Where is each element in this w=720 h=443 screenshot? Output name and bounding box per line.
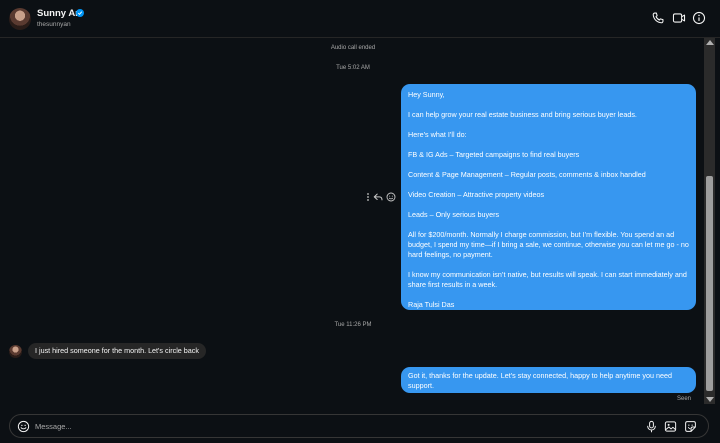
- message-composer: [9, 414, 709, 438]
- contact-username: thesunnyan: [37, 21, 71, 28]
- video-camera-icon[interactable]: [672, 11, 686, 25]
- verified-badge-icon: [76, 9, 84, 17]
- timestamp: Tue 11:26 PM: [334, 322, 372, 328]
- message-paragraph: All for $200/month. Normally I charge co…: [408, 230, 689, 259]
- seen-status: Seen: [677, 396, 692, 402]
- outgoing-message[interactable]: Got it, thanks for the update. Let’s sta…: [401, 367, 696, 393]
- audio-call-ended-notice: Audio call ended: [330, 45, 376, 51]
- incoming-message[interactable]: I just hired someone for the month. Let'…: [28, 343, 206, 359]
- message-paragraph: I know my communication isn’t native, bu…: [408, 270, 687, 289]
- contact-name[interactable]: Sunny An: [37, 8, 81, 19]
- scroll-down-arrow-icon[interactable]: [706, 397, 714, 402]
- timestamp: Tue 5:02 AM: [336, 65, 370, 71]
- scrollbar-thumb[interactable]: [706, 176, 713, 391]
- message-paragraph: Content & Page Management – Regular post…: [408, 170, 646, 179]
- microphone-icon[interactable]: [645, 420, 658, 433]
- chat-header: Sunny An thesunnyan: [0, 0, 720, 38]
- message-paragraph: Leads – Only serious buyers: [408, 210, 500, 219]
- message-paragraph: Here’s what I’ll do:: [408, 130, 467, 139]
- scroll-up-arrow-icon[interactable]: [706, 40, 714, 45]
- emoji-icon[interactable]: [17, 420, 30, 433]
- sender-avatar[interactable]: [9, 345, 22, 358]
- outgoing-message[interactable]: Hey Sunny, I can help grow your real est…: [401, 84, 696, 310]
- message-paragraph: I can help grow your real estate busines…: [408, 110, 637, 119]
- sticker-icon[interactable]: [684, 420, 697, 433]
- phone-icon[interactable]: [651, 11, 665, 25]
- info-icon[interactable]: [692, 11, 706, 25]
- message-input[interactable]: [35, 419, 595, 434]
- reply-icon[interactable]: [373, 192, 383, 202]
- message-actions: [366, 191, 396, 203]
- image-icon[interactable]: [664, 420, 677, 433]
- message-signature: Raja Tulsi Das: [408, 300, 455, 309]
- more-options-icon[interactable]: [366, 192, 370, 202]
- react-icon[interactable]: [386, 192, 396, 202]
- message-paragraph: Hey Sunny,: [408, 90, 445, 99]
- profile-avatar[interactable]: [9, 8, 31, 30]
- message-paragraph: FB & IG Ads – Targeted campaigns to find…: [408, 150, 580, 159]
- message-paragraph: Video Creation – Attractive property vid…: [408, 190, 545, 199]
